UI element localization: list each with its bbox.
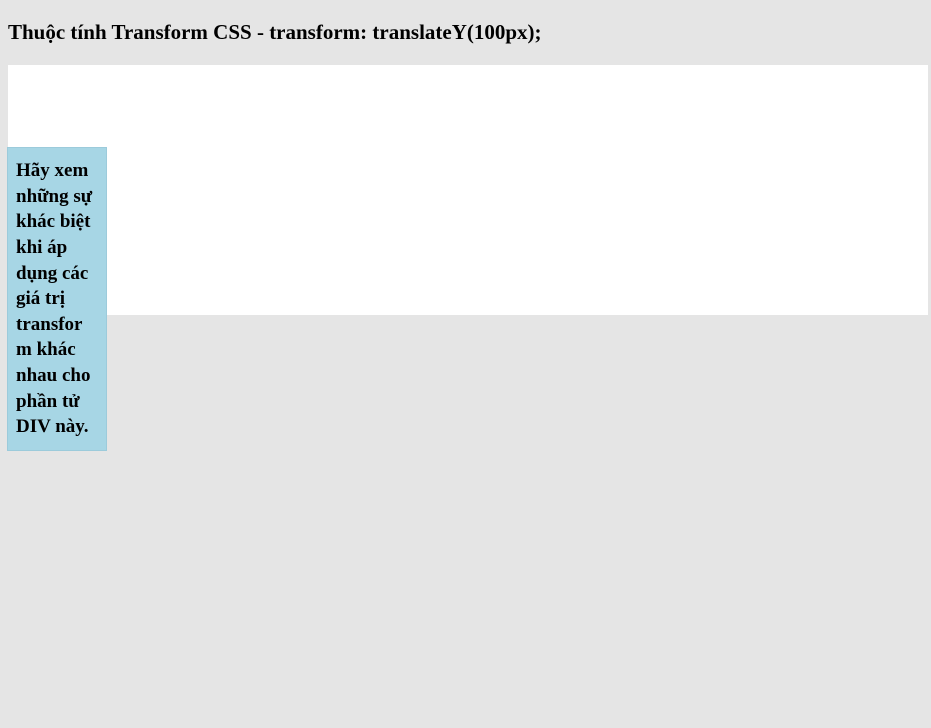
transform-demo-box: Hãy xem những sự khác biệt khi áp dụng c… (7, 147, 107, 451)
page-container: Thuộc tính Transform CSS - transform: tr… (0, 0, 931, 323)
page-title: Thuộc tính Transform CSS - transform: tr… (8, 20, 923, 45)
demo-panel: Hãy xem những sự khác biệt khi áp dụng c… (8, 65, 928, 315)
